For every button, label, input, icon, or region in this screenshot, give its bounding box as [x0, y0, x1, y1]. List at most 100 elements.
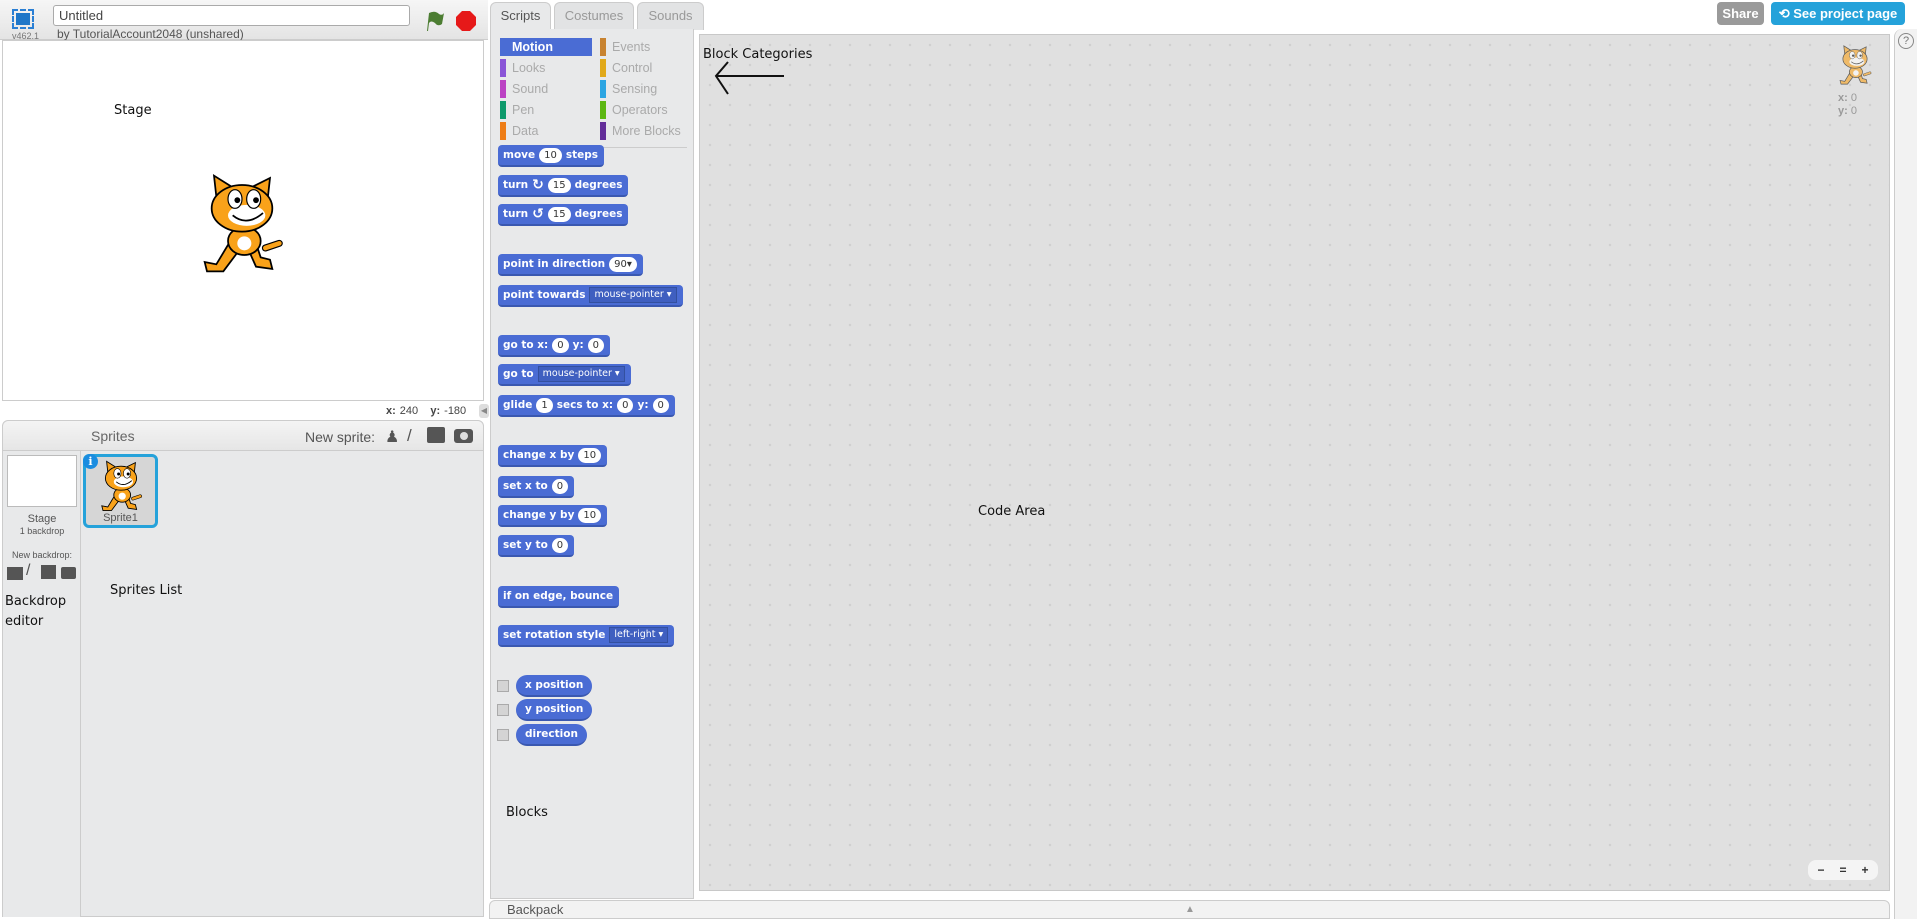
- block-dropdown[interactable]: left-right ▾: [609, 627, 669, 643]
- category-looks[interactable]: Looks: [500, 59, 592, 77]
- block-label: go to: [503, 368, 534, 380]
- block-input[interactable]: 10: [539, 147, 562, 163]
- backdrop-upload-icon[interactable]: [41, 565, 56, 579]
- sprite-cat[interactable]: [193, 171, 291, 276]
- reporter-checkbox[interactable]: [497, 680, 509, 692]
- block-input[interactable]: 0: [552, 337, 569, 353]
- category-label: Control: [612, 61, 653, 75]
- sprite-thumbnail[interactable]: Sprite1 i: [83, 454, 158, 528]
- block-input[interactable]: 0: [587, 337, 605, 353]
- category-data[interactable]: Data: [500, 122, 592, 140]
- block-x-position[interactable]: x position: [516, 675, 593, 697]
- block-input[interactable]: 0: [551, 537, 569, 553]
- reporter-checkbox[interactable]: [497, 729, 509, 741]
- zoom-reset-icon[interactable]: =: [1832, 860, 1854, 880]
- category-color-swatch: [500, 101, 506, 119]
- category-color-swatch: [500, 59, 506, 77]
- block-y-position[interactable]: y position: [516, 699, 593, 721]
- zoom-out-icon[interactable]: −: [1810, 860, 1832, 880]
- tab-scripts[interactable]: Scripts: [490, 2, 551, 30]
- expand-arrow-icon[interactable]: ▲: [1185, 901, 1195, 919]
- category-label: Sound: [512, 82, 549, 96]
- block-label: turn: [503, 179, 529, 191]
- block-direction[interactable]: direction: [516, 724, 587, 746]
- see-project-page-button[interactable]: ⟲ See project page: [1771, 2, 1905, 25]
- block-input[interactable]: 10: [578, 507, 602, 523]
- category-sound[interactable]: Sound: [500, 80, 592, 98]
- paint-brush-icon[interactable]: /: [407, 426, 412, 446]
- block-label: change y by: [503, 509, 575, 521]
- annotation-backdrop-editor: Backdrop editor: [5, 594, 67, 629]
- block-label: y:: [572, 339, 584, 351]
- info-icon[interactable]: i: [83, 454, 98, 469]
- category-more-blocks[interactable]: More Blocks: [600, 122, 692, 140]
- green-flag-icon[interactable]: [424, 10, 444, 32]
- project-title-input[interactable]: [53, 5, 410, 26]
- block-input[interactable]: 0: [652, 397, 669, 413]
- category-events[interactable]: Events: [600, 38, 692, 56]
- block-dropdown[interactable]: mouse-pointer ▾: [537, 366, 625, 382]
- block-point-towards[interactable]: point towards mouse-pointer ▾: [498, 285, 683, 307]
- block-input[interactable]: 1: [536, 397, 553, 413]
- block-input[interactable]: 0: [617, 397, 634, 413]
- fullscreen-icon[interactable]: [12, 9, 34, 29]
- tab-costumes[interactable]: Costumes: [554, 2, 634, 30]
- stage-thumbnail[interactable]: [7, 455, 77, 507]
- block-label: degrees: [574, 179, 623, 191]
- block-input[interactable]: 10: [578, 447, 602, 463]
- block-go-to-x-y[interactable]: go to x: 0 y: 0: [498, 335, 611, 357]
- block-turn-degrees[interactable]: turn ↺ 15 degrees: [498, 204, 629, 226]
- share-button[interactable]: Share: [1717, 2, 1764, 25]
- block-change-y-by[interactable]: change y by 10: [498, 505, 608, 527]
- backdrop-paint-icon[interactable]: /: [26, 562, 30, 580]
- camera-icon[interactable]: [454, 429, 473, 443]
- category-motion[interactable]: Motion: [500, 38, 592, 56]
- tab-sounds[interactable]: Sounds: [637, 2, 704, 30]
- sprites-header: Sprites New sprite: ♟ /: [3, 421, 483, 451]
- block-glide-secs-to-x-y[interactable]: glide 1 secs to x: 0 y: 0: [498, 395, 675, 417]
- block-label: move: [503, 149, 536, 161]
- new-sprite-label: New sprite:: [305, 429, 376, 445]
- block-go-to[interactable]: go to mouse-pointer ▾: [498, 364, 631, 386]
- block-if-on-edge-bounce[interactable]: if on edge, bounce: [498, 586, 620, 608]
- block-set-y-to[interactable]: set y to 0: [498, 535, 575, 557]
- code-area[interactable]: x: 0 y: 0 − = +: [699, 34, 1890, 891]
- collapse-stage-handle[interactable]: ◀: [479, 404, 489, 418]
- block-input[interactable]: 0: [551, 478, 569, 494]
- block-input[interactable]: 15: [547, 177, 571, 193]
- category-control[interactable]: Control: [600, 59, 692, 77]
- block-input[interactable]: 90▾: [609, 256, 637, 272]
- help-panel: ?: [1894, 29, 1917, 919]
- block-label: point in direction: [503, 258, 606, 270]
- stage-mouse-coords: x: 240 y: -180: [386, 405, 467, 417]
- help-icon[interactable]: ?: [1898, 33, 1914, 49]
- rotate-clockwise-icon: ↻: [532, 177, 544, 193]
- block-set-rotation-style[interactable]: set rotation style left-right ▾: [498, 625, 675, 647]
- backdrop-library-icon[interactable]: [7, 567, 23, 580]
- sprite-library-icon[interactable]: ♟: [385, 427, 399, 447]
- stop-icon[interactable]: [456, 11, 476, 31]
- block-move-steps[interactable]: move 10 steps: [498, 145, 605, 167]
- block-change-x-by[interactable]: change x by 10: [498, 445, 608, 467]
- block-label: if on edge, bounce: [503, 590, 614, 602]
- block-input[interactable]: 15: [547, 206, 571, 222]
- upload-icon[interactable]: [427, 427, 445, 443]
- category-label: Operators: [612, 103, 668, 117]
- block-point-in-direction[interactable]: point in direction 90▾: [498, 254, 643, 276]
- block-turn-degrees[interactable]: turn ↻ 15 degrees: [498, 175, 629, 197]
- sprite-name: Sprite1: [103, 512, 138, 524]
- category-operators[interactable]: Operators: [600, 101, 692, 119]
- sprite-y-readout: y: 0: [1838, 105, 1857, 117]
- category-pen[interactable]: Pen: [500, 101, 592, 119]
- backpack-bar[interactable]: Backpack ▲: [489, 900, 1890, 919]
- sprite-cat-thumbnail: [100, 459, 142, 513]
- category-sensing[interactable]: Sensing: [600, 80, 692, 98]
- stage-canvas[interactable]: [2, 40, 484, 401]
- reporter-checkbox[interactable]: [497, 704, 509, 716]
- zoom-in-icon[interactable]: +: [1854, 860, 1876, 880]
- block-label: set y to: [503, 539, 548, 551]
- block-set-x-to[interactable]: set x to 0: [498, 476, 575, 498]
- backdrop-camera-icon[interactable]: [61, 567, 76, 579]
- block-dropdown[interactable]: mouse-pointer ▾: [589, 287, 677, 303]
- current-sprite-icon: [1838, 44, 1872, 86]
